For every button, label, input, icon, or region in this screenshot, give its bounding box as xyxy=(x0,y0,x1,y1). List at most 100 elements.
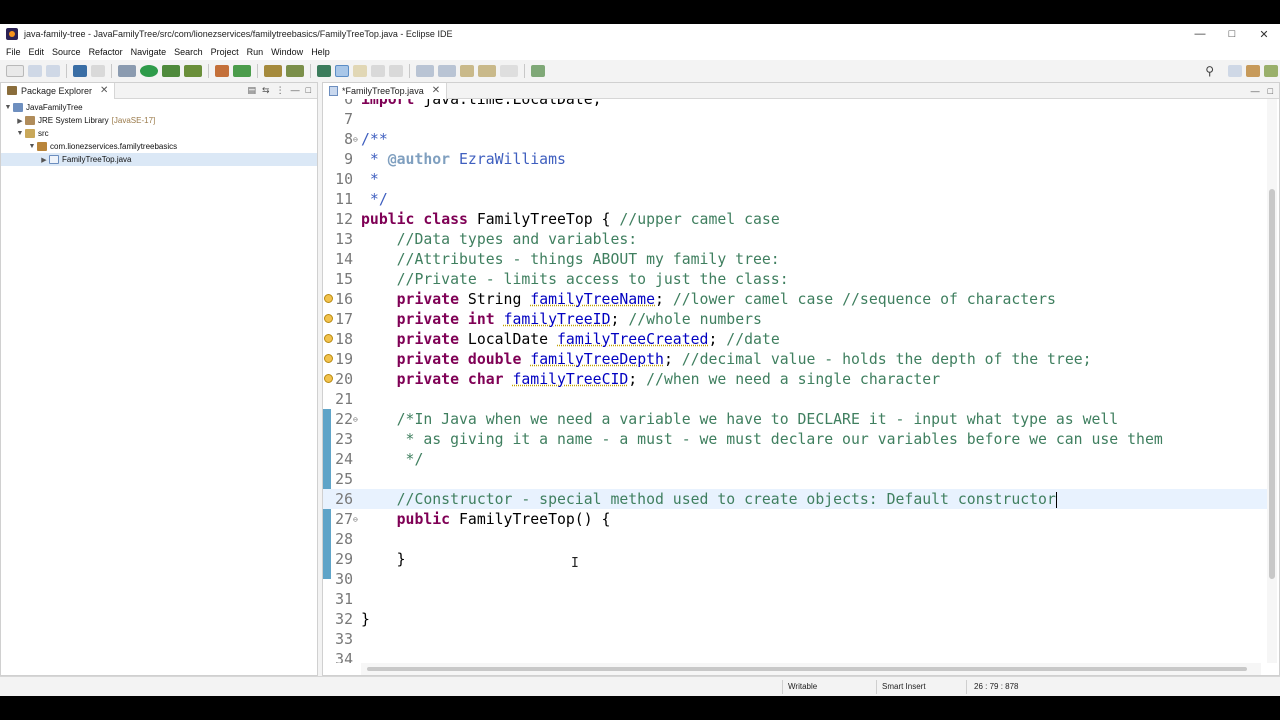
code-line[interactable]: 31 xyxy=(323,589,1267,609)
menu-project[interactable]: Project xyxy=(207,47,243,57)
chevron-right-icon[interactable]: ▶ xyxy=(39,156,49,164)
open-type-icon[interactable] xyxy=(264,65,282,77)
forward-icon[interactable] xyxy=(500,65,518,77)
code-line[interactable]: 32} xyxy=(323,609,1267,629)
show-whitespace-icon[interactable] xyxy=(389,65,403,77)
code-line[interactable]: 18 private LocalDate familyTreeCreated; … xyxy=(323,329,1267,349)
code-line[interactable]: 11 */ xyxy=(323,189,1267,209)
tree-item-project[interactable]: ▼ JavaFamilyTree xyxy=(1,101,317,114)
code-line[interactable]: 8 ⊖/** xyxy=(323,129,1267,149)
pin-editor-icon[interactable] xyxy=(531,65,545,77)
code-line[interactable]: 10 * xyxy=(323,169,1267,189)
code-line[interactable]: 27 ⊖ public FamilyTreeTop() { xyxy=(323,509,1267,529)
toggle-mark-occurrences-icon[interactable] xyxy=(317,65,331,77)
coverage-icon[interactable] xyxy=(162,65,180,77)
open-perspective-icon[interactable] xyxy=(1228,65,1242,77)
new-icon[interactable] xyxy=(6,65,24,77)
block-selection-icon[interactable] xyxy=(371,65,385,77)
debug-icon[interactable] xyxy=(118,65,136,77)
tree-item-src[interactable]: ▼ src xyxy=(1,127,317,140)
chevron-down-icon[interactable]: ▼ xyxy=(3,104,13,111)
warning-marker-icon[interactable] xyxy=(324,294,333,303)
code-line[interactable]: 15 //Private - limits access to just the… xyxy=(323,269,1267,289)
link-with-editor-icon[interactable]: ⇆ xyxy=(262,85,270,96)
last-edit-location-icon[interactable] xyxy=(460,65,474,77)
fold-toggle-icon[interactable]: ⊖ xyxy=(353,135,361,144)
code-line[interactable]: 23 * as giving it a name - a must - we m… xyxy=(323,429,1267,449)
code-line[interactable]: 20 private char familyTreeCID; //when we… xyxy=(323,369,1267,389)
new-java-project-icon[interactable] xyxy=(215,65,229,77)
maximize-button[interactable]: □ xyxy=(1216,24,1248,44)
code-line[interactable]: 21 xyxy=(323,389,1267,409)
code-line[interactable]: 30 xyxy=(323,569,1267,589)
code-line[interactable]: 26 //Constructor - special method used t… xyxy=(323,489,1267,509)
close-window-button[interactable]: ✕ xyxy=(1248,24,1280,44)
previous-annotation-icon[interactable] xyxy=(438,65,456,77)
word-wrap-icon[interactable] xyxy=(353,65,367,77)
terminal-icon[interactable] xyxy=(73,65,87,77)
java-perspective-icon[interactable] xyxy=(1246,65,1260,77)
code-line[interactable]: 14 //Attributes - things ABOUT my family… xyxy=(323,249,1267,269)
menu-file[interactable]: File xyxy=(2,47,25,57)
vertical-scrollbar[interactable] xyxy=(1267,99,1277,663)
warning-marker-icon[interactable] xyxy=(324,334,333,343)
debug-perspective-icon[interactable] xyxy=(1264,65,1278,77)
menu-help[interactable]: Help xyxy=(307,47,334,57)
tree-item-jre[interactable]: ▶ JRE System Library [JavaSE-17] xyxy=(1,114,317,127)
maximize-view-icon[interactable]: □ xyxy=(306,85,311,96)
editor-tab[interactable]: *FamilyTreeTop.java ✕ xyxy=(323,82,448,99)
code-line[interactable]: 13 //Data types and variables: xyxy=(323,229,1267,249)
code-line[interactable]: 6 import java.time.LocalDate; xyxy=(323,99,1267,109)
chevron-right-icon[interactable]: ▶ xyxy=(15,117,25,125)
external-tools-icon[interactable] xyxy=(184,65,202,77)
warning-marker-icon[interactable] xyxy=(324,374,333,383)
code-line[interactable]: 29 } xyxy=(323,549,1267,569)
chevron-down-icon[interactable]: ▼ xyxy=(27,143,37,150)
menu-refactor[interactable]: Refactor xyxy=(85,47,127,57)
code-line[interactable]: 16 private String familyTreeName; //lowe… xyxy=(323,289,1267,309)
tree-item-java-file[interactable]: ▶ FamilyTreeTop.java xyxy=(1,153,317,166)
package-explorer-tab[interactable]: Package Explorer ✕ xyxy=(1,82,116,99)
menu-search[interactable]: Search xyxy=(170,47,207,57)
next-annotation-icon[interactable] xyxy=(416,65,434,77)
code-line[interactable]: 33 xyxy=(323,629,1267,649)
maximize-view-icon[interactable]: □ xyxy=(1268,86,1273,96)
code-line[interactable]: 7 xyxy=(323,109,1267,129)
save-icon[interactable] xyxy=(28,65,42,77)
code-line[interactable]: 25 xyxy=(323,469,1267,489)
tree-item-package[interactable]: ▼ com.lionezservices.familytreebasics xyxy=(1,140,317,153)
code-line[interactable]: 24 */ xyxy=(323,449,1267,469)
toggle-highlight-icon[interactable] xyxy=(335,65,349,77)
code-line[interactable]: 9 * @author EzraWilliams xyxy=(323,149,1267,169)
close-icon[interactable]: ✕ xyxy=(432,85,440,96)
code-line[interactable]: 34 xyxy=(323,649,1267,664)
save-all-icon[interactable] xyxy=(46,65,60,77)
menu-window[interactable]: Window xyxy=(267,47,307,57)
search-tool-icon[interactable] xyxy=(286,65,304,77)
menu-edit[interactable]: Edit xyxy=(25,47,49,57)
view-menu-icon[interactable]: ⋮ xyxy=(276,85,285,96)
chevron-down-icon[interactable]: ▼ xyxy=(15,130,25,137)
warning-marker-icon[interactable] xyxy=(324,354,333,363)
menu-navigate[interactable]: Navigate xyxy=(127,47,171,57)
code-line[interactable]: 17 private int familyTreeID; //whole num… xyxy=(323,309,1267,329)
menu-source[interactable]: Source xyxy=(48,47,85,57)
code-line[interactable]: 28 xyxy=(323,529,1267,549)
collapse-all-icon[interactable]: ▤ xyxy=(248,85,257,96)
minimize-button[interactable]: — xyxy=(1184,24,1216,44)
run-icon[interactable] xyxy=(140,65,158,77)
new-class-icon[interactable] xyxy=(233,65,251,77)
close-icon[interactable]: ✕ xyxy=(100,85,108,96)
code-area[interactable]: 6 import java.time.LocalDate; 7 8 ⊖/** 9 * @a… xyxy=(323,99,1267,663)
fold-toggle-icon[interactable]: ⊖ xyxy=(353,515,361,524)
fold-toggle-icon[interactable]: ⊖ xyxy=(353,415,361,424)
back-icon[interactable] xyxy=(478,65,496,77)
code-line[interactable]: 22 ⊖ /*In Java when we need a variable we… xyxy=(323,409,1267,429)
horizontal-scrollbar[interactable] xyxy=(361,663,1261,675)
warning-marker-icon[interactable] xyxy=(324,314,333,323)
code-line[interactable]: 12 public class FamilyTreeTop { //upper c… xyxy=(323,209,1267,229)
menu-run[interactable]: Run xyxy=(243,47,268,57)
minimize-view-icon[interactable]: — xyxy=(291,85,300,96)
search-icon[interactable]: ⚲ xyxy=(1205,64,1214,78)
skip-breakpoints-icon[interactable] xyxy=(91,65,105,77)
